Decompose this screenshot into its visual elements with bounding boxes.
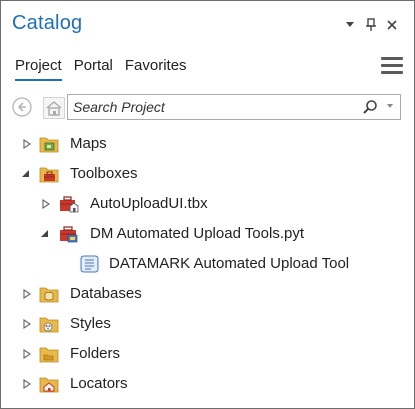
toolbox-icon bbox=[60, 196, 79, 213]
tree-item-toolboxes[interactable]: Toolboxes bbox=[1, 159, 414, 189]
tree-item-label: Locators bbox=[70, 375, 128, 392]
expand-arrow-icon[interactable] bbox=[41, 199, 51, 209]
tree-item-databases[interactable]: Databases bbox=[1, 279, 414, 309]
menu-icon[interactable] bbox=[381, 57, 403, 75]
expand-arrow-icon[interactable] bbox=[22, 349, 32, 359]
collapse-arrow-icon[interactable] bbox=[21, 169, 31, 179]
home-icon[interactable] bbox=[43, 97, 65, 119]
toolboxes-folder-icon bbox=[39, 167, 59, 183]
tree-item-label: DATAMARK Automated Upload Tool bbox=[109, 255, 350, 272]
tree-item-label: AutoUploadUI.tbx bbox=[90, 195, 208, 212]
tree-item-dm-automated-upload-tools-pyt[interactable]: DM Automated Upload Tools.pyt bbox=[1, 219, 414, 249]
tree-item-datamark-automated-upload-tool[interactable]: DATAMARK Automated Upload Tool bbox=[1, 249, 414, 279]
folders-folder-icon bbox=[39, 347, 59, 363]
close-icon[interactable] bbox=[382, 15, 402, 35]
expand-arrow-icon[interactable] bbox=[22, 319, 32, 329]
tree-item-label: DM Automated Upload Tools.pyt bbox=[90, 225, 305, 242]
tab-project[interactable]: Project bbox=[15, 57, 62, 81]
tree-item-label: Toolboxes bbox=[70, 165, 138, 182]
python-toolbox-icon bbox=[60, 226, 78, 243]
expand-arrow-icon[interactable] bbox=[22, 289, 32, 299]
chevron-down-icon[interactable] bbox=[340, 15, 360, 35]
catalog-tree: Maps Toolboxes AutoUploadUI.tbx DM Autom… bbox=[1, 129, 414, 399]
search-input[interactable] bbox=[73, 95, 353, 119]
pane-title: Catalog bbox=[12, 12, 83, 34]
script-tool-icon bbox=[80, 255, 99, 273]
catalog-tabs: Project Portal Favorites bbox=[15, 57, 199, 81]
styles-folder-icon bbox=[39, 317, 59, 333]
databases-folder-icon bbox=[39, 287, 59, 303]
search-icon[interactable] bbox=[362, 99, 378, 115]
tree-item-label: Styles bbox=[70, 315, 111, 332]
catalog-pane: Catalog Project Portal Favorites Search … bbox=[0, 0, 415, 409]
maps-folder-icon bbox=[39, 137, 59, 153]
search-box bbox=[67, 94, 401, 120]
tree-item-maps[interactable]: Maps bbox=[1, 129, 414, 159]
expand-arrow-icon[interactable] bbox=[22, 379, 32, 389]
pin-icon[interactable] bbox=[361, 15, 381, 35]
back-arrow-icon[interactable] bbox=[12, 97, 32, 117]
tree-item-autouploadui-tbx[interactable]: AutoUploadUI.tbx bbox=[1, 189, 414, 219]
tree-item-locators[interactable]: Locators bbox=[1, 369, 414, 399]
collapse-arrow-icon[interactable] bbox=[40, 229, 50, 239]
tree-item-label: Databases bbox=[70, 285, 142, 302]
pane-title-controls bbox=[339, 15, 402, 35]
tab-favorites[interactable]: Favorites bbox=[125, 57, 187, 81]
tab-portal[interactable]: Portal bbox=[74, 57, 113, 81]
search-options-dropdown-icon[interactable] bbox=[387, 104, 393, 108]
tree-item-label: Folders bbox=[70, 345, 121, 362]
tree-item-folders[interactable]: Folders bbox=[1, 339, 414, 369]
tree-item-styles[interactable]: Styles bbox=[1, 309, 414, 339]
tree-item-label: Maps bbox=[70, 135, 107, 152]
locators-folder-icon bbox=[39, 377, 59, 393]
expand-arrow-icon[interactable] bbox=[22, 139, 32, 149]
